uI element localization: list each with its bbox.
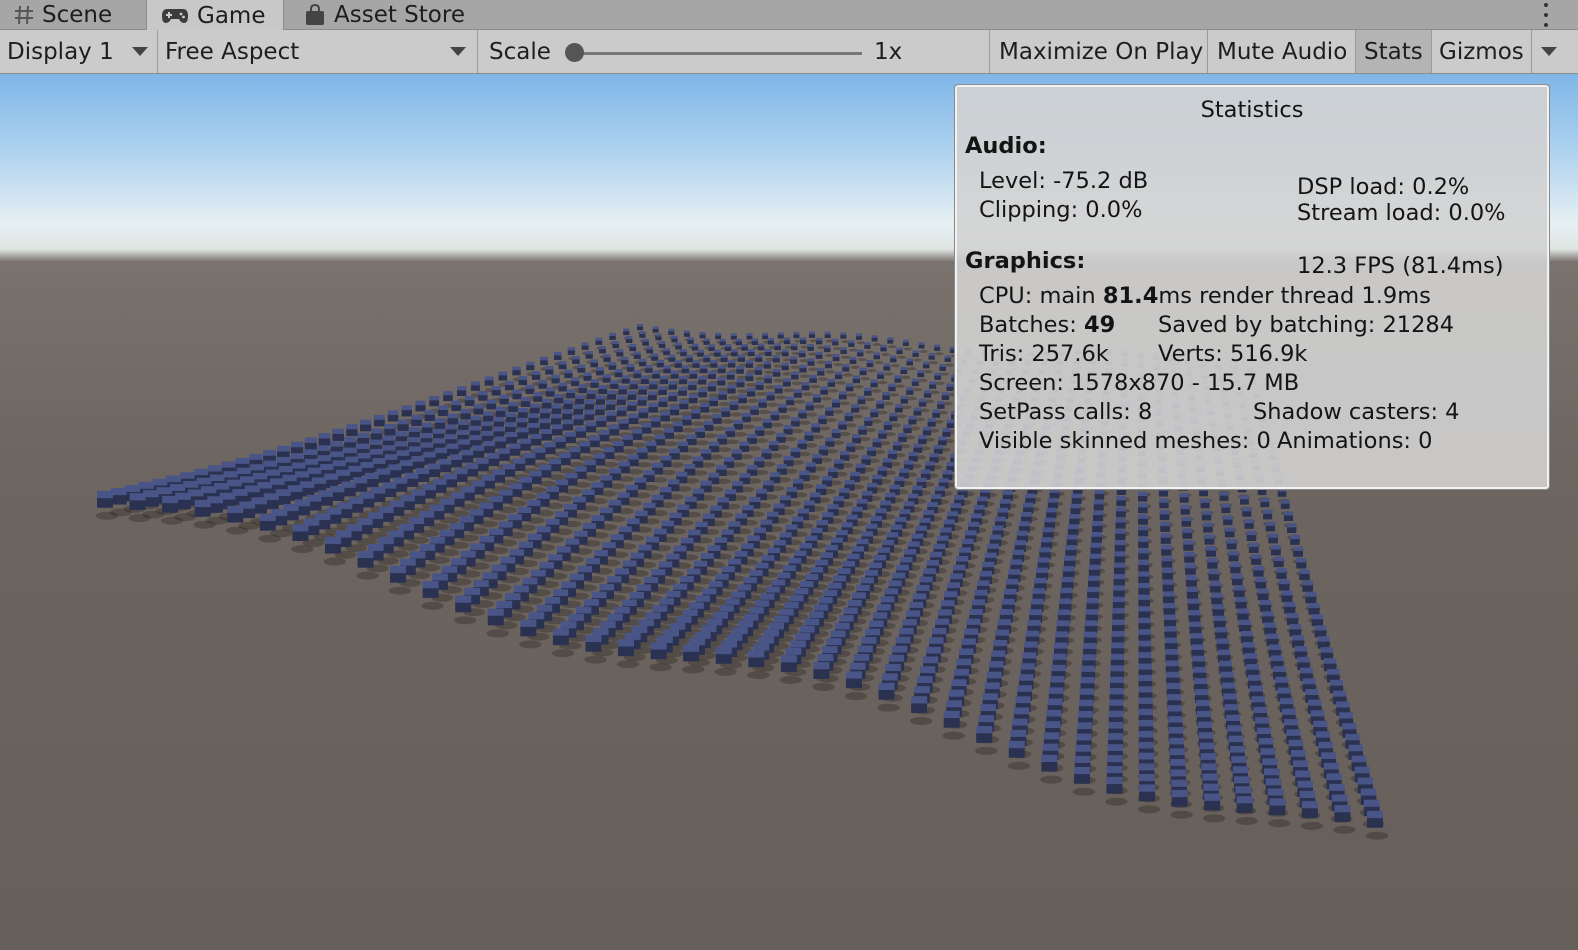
fps-readout: 12.3 FPS (81.4ms) (1297, 253, 1504, 279)
gizmos-dropdown[interactable] (1532, 30, 1578, 73)
scale-slider-track[interactable] (574, 52, 862, 55)
audio-header: Audio: (965, 133, 1047, 159)
visible-skinned-meshes: Visible skinned meshes: 0 (979, 428, 1271, 454)
chevron-down-icon (132, 47, 148, 56)
aspect-dropdown-label: Free Aspect (165, 38, 300, 65)
display-dropdown[interactable]: Display 1 (0, 30, 158, 73)
saved-by-batching: Saved by batching: 21284 (1158, 312, 1455, 338)
maximize-on-play-label: Maximize On Play (999, 38, 1204, 65)
scale-slider-handle[interactable] (565, 43, 584, 62)
gamepad-icon (161, 7, 189, 25)
tab-game[interactable]: Game (146, 0, 284, 31)
graphics-header: Graphics: (965, 248, 1086, 274)
dsp-load: DSP load: 0.2% (1297, 174, 1470, 200)
screen-info: Screen: 1578x870 - 15.7 MB (979, 370, 1300, 396)
scale-label: Scale (489, 38, 551, 65)
aspect-dropdown[interactable]: Free Aspect (158, 30, 478, 73)
animations-count: Animations: 0 (1277, 428, 1433, 454)
gizmos-label: Gizmos (1439, 38, 1524, 65)
audio-clipping: Clipping: 0.0% (979, 197, 1143, 223)
chevron-down-icon (1541, 47, 1557, 56)
batches-prefix: Batches: (979, 312, 1084, 338)
tris-count: Tris: 257.6k (979, 341, 1109, 367)
shadow-casters: Shadow casters: 4 (1253, 399, 1460, 425)
cpu-suffix: ms render thread 1.9ms (1158, 283, 1431, 309)
tab-label: Game (197, 2, 266, 29)
mute-audio-label: Mute Audio (1217, 38, 1348, 65)
tab-label: Scene (42, 2, 113, 28)
statistics-title: Statistics (1200, 97, 1304, 123)
verts-count: Verts: 516.9k (1158, 341, 1308, 367)
audio-level: Level: -75.2 dB (979, 168, 1149, 194)
more-options-icon[interactable] (1542, 3, 1550, 27)
stream-load: Stream load: 0.0% (1297, 200, 1506, 226)
scale-value: 1x (874, 38, 903, 65)
cpu-main-value: 81.4 (1102, 283, 1159, 309)
setpass-calls: SetPass calls: 8 (979, 399, 1153, 425)
shopping-bag-icon (304, 4, 326, 26)
window-tab-bar: Scene Game Asset Store (0, 0, 1578, 31)
maximize-on-play-button[interactable]: Maximize On Play (990, 30, 1208, 73)
batches-value: 49 (1083, 312, 1116, 338)
batches: Batches: 49 (979, 312, 1115, 338)
stats-toggle[interactable]: Stats (1356, 30, 1432, 73)
tab-label: Asset Store (334, 2, 465, 28)
cpu-time: CPU: main 81.4ms render thread 1.9ms (979, 283, 1431, 309)
display-dropdown-label: Display 1 (7, 38, 114, 65)
tab-scene[interactable]: Scene (0, 0, 146, 30)
chevron-down-icon (450, 47, 466, 56)
stats-label: Stats (1364, 38, 1423, 65)
cpu-prefix: CPU: main (979, 283, 1103, 309)
hash-icon (14, 5, 34, 25)
gizmos-button[interactable]: Gizmos (1432, 30, 1532, 73)
tab-asset-store[interactable]: Asset Store (290, 0, 490, 30)
statistics-panel: Statistics Audio: Level: -75.2 dB Clippi… (954, 84, 1550, 490)
mute-audio-button[interactable]: Mute Audio (1208, 30, 1356, 73)
